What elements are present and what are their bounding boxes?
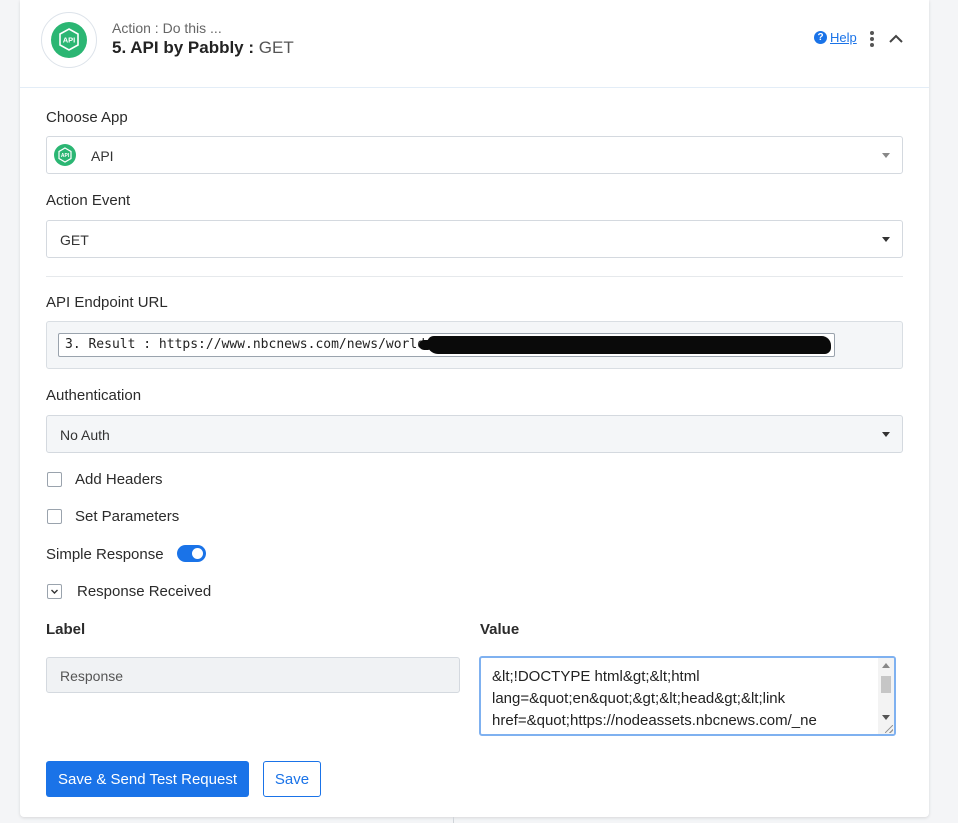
small-logo-text: API xyxy=(61,153,70,159)
app-logo-frame: API xyxy=(41,12,97,68)
choose-app-select[interactable]: API API xyxy=(46,136,903,174)
textarea-scrollbar[interactable] xyxy=(878,658,894,734)
authentication-select[interactable]: No Auth xyxy=(46,415,903,453)
response-received-toggle[interactable] xyxy=(47,584,62,599)
response-label-value: Response xyxy=(60,668,124,684)
action-step-card: API Action : Do this ... 5. API by Pabbl… xyxy=(20,0,929,817)
add-headers-checkbox[interactable] xyxy=(47,472,62,487)
endpoint-url-input[interactable]: 3. Result : https://www.nbcnews.com/news… xyxy=(58,333,835,357)
authentication-value: No Auth xyxy=(60,427,110,443)
endpoint-url-value: 3. Result : https://www.nbcnews.com/news… xyxy=(65,337,433,352)
response-label-field: Response xyxy=(46,657,460,693)
question-icon: ? xyxy=(814,31,827,44)
section-divider xyxy=(46,276,903,277)
logo-text: API xyxy=(63,36,76,45)
step-header: API Action : Do this ... 5. API by Pabbl… xyxy=(20,0,929,88)
help-label: Help xyxy=(830,30,857,45)
dropdown-caret-icon xyxy=(882,237,890,242)
action-event-select[interactable]: GET xyxy=(46,220,903,258)
action-event-label: Action Event xyxy=(46,192,131,209)
add-headers-label[interactable]: Add Headers xyxy=(75,471,163,488)
dropdown-caret-icon xyxy=(882,153,890,158)
help-link[interactable]: ? Help xyxy=(814,30,857,45)
step-title: 5. API by Pabbly : GET xyxy=(112,38,294,58)
simple-response-toggle[interactable] xyxy=(177,545,206,562)
endpoint-label: API Endpoint URL xyxy=(46,294,168,311)
chevron-up-icon[interactable] xyxy=(887,30,905,48)
step-title-text: 5. API by Pabbly : xyxy=(112,38,255,57)
action-event-value: GET xyxy=(60,232,89,248)
scroll-thumb[interactable] xyxy=(881,676,891,693)
resize-handle-icon[interactable] xyxy=(885,725,893,733)
redaction-mark xyxy=(427,336,831,354)
scroll-down-icon[interactable] xyxy=(882,715,890,720)
set-parameters-checkbox[interactable] xyxy=(47,509,62,524)
choose-app-value: API xyxy=(91,148,114,164)
more-options-icon[interactable] xyxy=(868,30,876,48)
value-column-header: Value xyxy=(480,621,520,638)
save-send-test-request-button[interactable]: Save & Send Test Request xyxy=(46,761,249,797)
set-parameters-label[interactable]: Set Parameters xyxy=(75,508,179,525)
dropdown-caret-icon xyxy=(882,432,890,437)
response-value-textarea[interactable]: &lt;!DOCTYPE html&gt;&lt;html lang=&quot… xyxy=(479,656,896,736)
scroll-up-icon[interactable] xyxy=(882,663,890,668)
page-divider xyxy=(453,817,454,823)
step-kicker: Action : Do this ... xyxy=(112,20,222,36)
simple-response-label: Simple Response xyxy=(46,546,164,563)
endpoint-field: 3. Result : https://www.nbcnews.com/news… xyxy=(46,321,903,369)
choose-app-label: Choose App xyxy=(46,109,128,126)
response-received-label[interactable]: Response Received xyxy=(77,583,211,600)
label-column-header: Label xyxy=(46,621,86,638)
save-button[interactable]: Save xyxy=(263,761,321,797)
api-app-logo-icon: API xyxy=(51,22,87,58)
authentication-label: Authentication xyxy=(46,387,142,404)
api-app-small-icon: API xyxy=(54,144,76,166)
response-value-text: &lt;!DOCTYPE html&gt;&lt;html lang=&quot… xyxy=(492,668,817,729)
step-event-text: GET xyxy=(258,38,294,57)
chevron-down-icon xyxy=(51,589,58,594)
